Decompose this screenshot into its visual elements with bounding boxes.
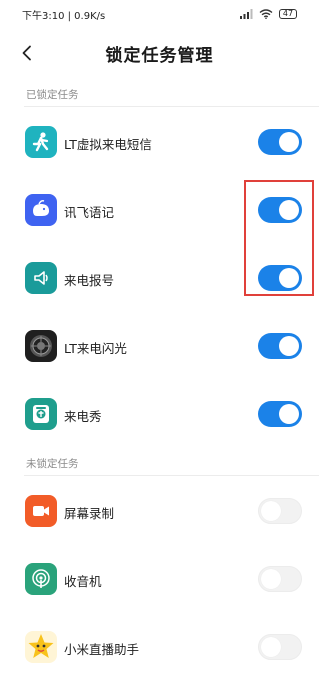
- radio-icon: [25, 563, 57, 595]
- status-bar: 下午3:10 | 0.9K/s 47: [0, 0, 319, 28]
- toggle-switch[interactable]: [258, 129, 302, 155]
- toggle-switch[interactable]: [258, 401, 302, 427]
- divider: [24, 106, 319, 107]
- list-item-screen-record: 屏幕录制: [0, 477, 319, 545]
- toggle-switch[interactable]: [258, 498, 302, 524]
- list-item-lt-virtual-call: LT虚拟来电短信: [0, 108, 319, 176]
- chevron-left-icon: [22, 45, 31, 61]
- back-button[interactable]: [14, 40, 40, 66]
- app-name: 屏幕录制: [64, 506, 115, 521]
- app-name: 收音机: [64, 574, 102, 589]
- battery-indicator: 47: [279, 9, 297, 19]
- toggle-switch[interactable]: [258, 333, 302, 359]
- page-title: 锁定任务管理: [105, 45, 214, 66]
- list-item-lt-call-flash: LT来电闪光: [0, 312, 319, 380]
- list-item-mi-live-assistant: 小米直播助手: [0, 613, 319, 675]
- app-name: LT来电闪光: [64, 341, 127, 356]
- screen: 下午3:10 | 0.9K/s 47 锁定任务管理 已锁定任务 LT虚拟来电短信…: [0, 0, 319, 675]
- video-camera-icon: [25, 495, 57, 527]
- lens-icon: [25, 330, 57, 362]
- whale-icon: [25, 194, 57, 226]
- signal-icon: [240, 9, 253, 19]
- wifi-icon: [259, 9, 273, 19]
- running-person-icon: [25, 126, 57, 158]
- section-header-locked: 已锁定任务: [26, 89, 79, 101]
- app-name: 讯飞语记: [64, 205, 115, 220]
- list-item-radio: 收音机: [0, 545, 319, 613]
- app-name: 来电报号: [64, 273, 115, 288]
- divider: [24, 475, 319, 476]
- speaker-icon: [25, 262, 57, 294]
- status-time-speed: 下午3:10 | 0.9K/s: [22, 10, 106, 22]
- highlight-box: [244, 180, 314, 296]
- star-mascot-icon: [25, 631, 57, 663]
- section-header-unlocked: 未锁定任务: [26, 458, 79, 470]
- status-icons: 47: [240, 9, 297, 19]
- app-name: LT虚拟来电短信: [64, 137, 152, 152]
- app-name: 来电秀: [64, 409, 102, 424]
- list-item-call-show: 来电秀: [0, 380, 319, 448]
- app-name: 小米直播助手: [64, 642, 140, 657]
- phone-show-icon: [25, 398, 57, 430]
- header: 锁定任务管理: [0, 28, 319, 78]
- toggle-switch[interactable]: [258, 634, 302, 660]
- toggle-switch[interactable]: [258, 566, 302, 592]
